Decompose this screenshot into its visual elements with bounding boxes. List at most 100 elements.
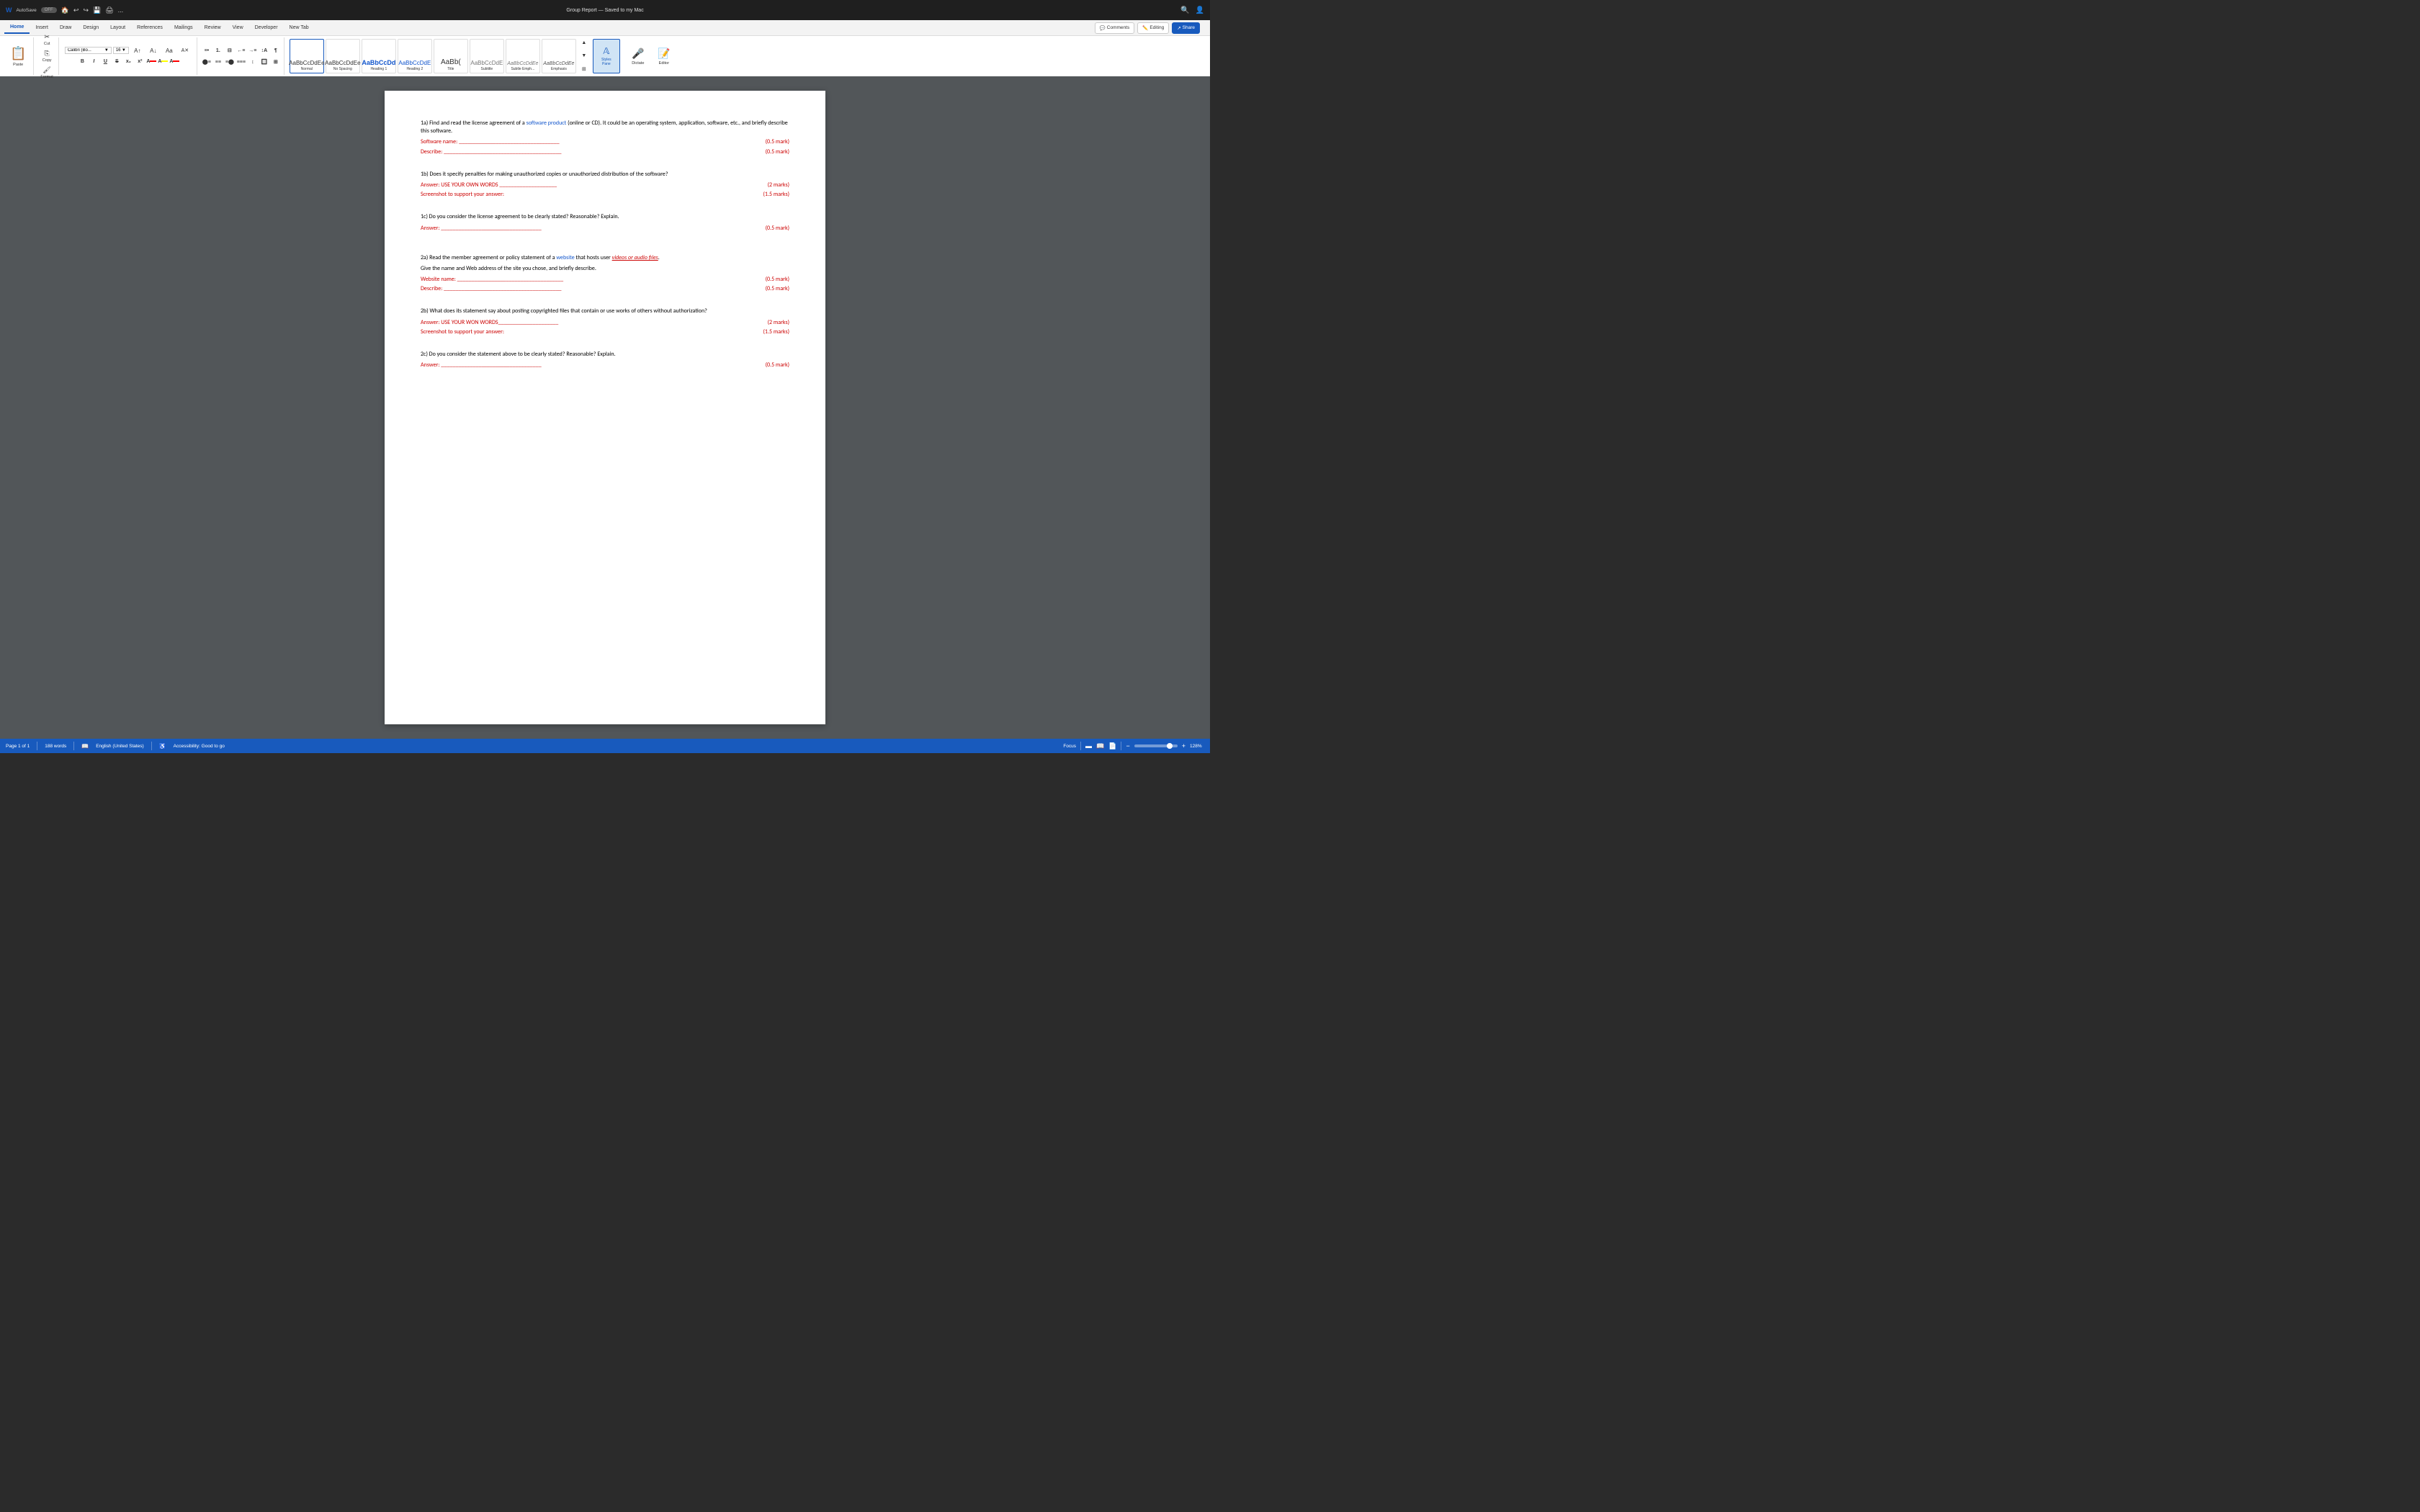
- autosave-toggle[interactable]: OFF: [41, 7, 57, 13]
- zoom-in-button[interactable]: +: [1182, 742, 1186, 750]
- word-count: 188 words: [45, 744, 66, 749]
- document-page[interactable]: 1a) Find and read the license agreement …: [385, 91, 825, 724]
- tab-developer[interactable]: Developer: [249, 22, 284, 33]
- link-website[interactable]: website: [556, 254, 574, 261]
- title-bar-left: W AutoSave OFF 🏠 ↩ ↪ 💾 🖨 ...: [6, 6, 405, 14]
- clear-formatting-button[interactable]: A✕: [178, 46, 192, 55]
- italic-button[interactable]: I: [89, 56, 99, 66]
- bullets-button[interactable]: ≡•: [202, 45, 212, 55]
- paste-button[interactable]: 📋 Paste: [6, 39, 30, 73]
- more-options[interactable]: ...: [118, 6, 124, 14]
- show-formatting-button[interactable]: ¶: [271, 45, 281, 55]
- style-normal[interactable]: AaBbCcDdEe Normal: [290, 39, 324, 73]
- font-size-selector[interactable]: 16 ▼: [113, 47, 129, 54]
- decrease-indent-button[interactable]: ←≡: [236, 45, 246, 55]
- tab-mailings[interactable]: Mailings: [169, 22, 199, 33]
- mark-2a-name: (0.5 mark): [766, 276, 789, 284]
- view-print-icon[interactable]: 📄: [1108, 742, 1116, 750]
- align-center-button[interactable]: ≡≡: [213, 57, 223, 67]
- mark-2b-words: (2 marks): [768, 319, 789, 327]
- font-family-selector[interactable]: Calibri (Bo... ▼: [65, 47, 112, 54]
- tab-draw[interactable]: Draw: [54, 22, 77, 33]
- section-1b: 1b) Does it specify penalties for making…: [421, 171, 789, 199]
- align-right-button[interactable]: ≡⬤: [225, 57, 235, 67]
- link-videos[interactable]: videos or audio files: [612, 254, 658, 261]
- styles-pane-button[interactable]: 𝔸 StylesPane: [593, 39, 620, 73]
- more-styles-button[interactable]: ▲ ▼ ⊞: [577, 39, 591, 73]
- style-heading2[interactable]: AaBbCcDdE Heading 2: [398, 39, 432, 73]
- ribbon-content: 📋 Paste ✂Cut ⎘Copy 🖌Format Calibri (Bo..…: [0, 36, 1210, 76]
- copy-button[interactable]: ⎘Copy: [40, 48, 54, 64]
- tab-review[interactable]: Review: [199, 22, 227, 33]
- comments-button[interactable]: 💬 Comments: [1095, 22, 1135, 34]
- page-info: Page 1 of 1: [6, 744, 30, 749]
- question-2b: 2b) What does its statement say about po…: [421, 307, 789, 315]
- view-normal-icon[interactable]: ▬: [1085, 742, 1092, 750]
- focus-button[interactable]: Focus: [1063, 744, 1076, 749]
- title-bar-right: 🔍 👤: [805, 6, 1204, 14]
- section-2a: 2a) Read the member agreement or policy …: [421, 254, 789, 294]
- home-icon[interactable]: 🏠: [61, 6, 69, 14]
- redo-icon[interactable]: ↪: [83, 6, 89, 14]
- bold-button[interactable]: B: [77, 56, 87, 66]
- spelling-check-icon[interactable]: 📖: [81, 743, 89, 750]
- tab-view[interactable]: View: [227, 22, 249, 33]
- strikethrough-button[interactable]: S: [112, 56, 122, 66]
- tab-home[interactable]: Home: [4, 22, 30, 34]
- format-painter-button[interactable]: 🖌Format: [38, 65, 55, 81]
- superscript-button[interactable]: x²: [135, 56, 145, 66]
- shading-button[interactable]: 🔲: [259, 57, 269, 67]
- zoom-slider[interactable]: [1134, 744, 1178, 747]
- answer-2c: Answer: ________________________________…: [421, 361, 789, 369]
- style-no-spacing[interactable]: AaBbCcDdEe No Spacing: [326, 39, 360, 73]
- print-icon[interactable]: 🖨: [105, 6, 113, 14]
- save-icon[interactable]: 💾: [93, 6, 101, 14]
- decrease-font-size[interactable]: A↓: [146, 46, 161, 55]
- mark-1a-describe: (0.5 mark): [766, 148, 789, 156]
- status-bar-right: Focus ▬ 📖 📄 − + 128%: [1063, 742, 1204, 750]
- justify-button[interactable]: ≡≡≡: [236, 57, 246, 67]
- editing-button[interactable]: ✏️ Editing: [1137, 22, 1169, 34]
- share-button[interactable]: ↗ Share: [1172, 22, 1200, 34]
- increase-indent-button[interactable]: →≡: [248, 45, 258, 55]
- borders-button[interactable]: ⊞: [271, 57, 281, 67]
- text-color-button[interactable]: A: [169, 56, 179, 66]
- cut-button[interactable]: ✂Cut: [40, 32, 54, 48]
- line-spacing-button[interactable]: ↕: [248, 57, 258, 67]
- title-bar: W AutoSave OFF 🏠 ↩ ↪ 💾 🖨 ... Group Repor…: [0, 0, 1210, 20]
- editor-button[interactable]: 📝 Editor: [652, 39, 676, 73]
- style-heading1[interactable]: AaBbCcDd Heading 1: [362, 39, 396, 73]
- style-subtle-emph[interactable]: AaBbCcDdEe Subtle Emph...: [506, 39, 540, 73]
- tab-layout[interactable]: Layout: [104, 22, 131, 33]
- underline-button[interactable]: U: [100, 56, 110, 66]
- numbering-button[interactable]: 1.: [213, 45, 223, 55]
- subscript-button[interactable]: x₂: [123, 56, 133, 66]
- section-1c: 1c) Do you consider the license agreemen…: [421, 213, 789, 232]
- font-color-button[interactable]: A: [146, 56, 156, 66]
- increase-font-size[interactable]: A↑: [130, 46, 145, 55]
- ribbon-tabs: Home Insert Draw Design Layout Reference…: [0, 20, 1210, 36]
- tab-new-tab[interactable]: New Tab: [284, 22, 315, 33]
- accessibility-icon[interactable]: ♿: [159, 743, 166, 750]
- tab-references[interactable]: References: [131, 22, 169, 33]
- search-icon[interactable]: 🔍: [1180, 6, 1189, 14]
- style-emphasis[interactable]: AaBbCcDdEe Emphasis: [542, 39, 576, 73]
- style-title[interactable]: AaBb( Title: [434, 39, 468, 73]
- tab-design[interactable]: Design: [77, 22, 104, 33]
- section-2b: 2b) What does its statement say about po…: [421, 307, 789, 336]
- dictate-button[interactable]: 🎤 Dictate: [626, 39, 650, 73]
- align-left-button[interactable]: ⬤≡: [202, 57, 212, 67]
- change-case-button[interactable]: Aa: [162, 46, 176, 55]
- profile-icon[interactable]: 👤: [1196, 6, 1204, 14]
- view-read-icon[interactable]: 📖: [1096, 742, 1104, 750]
- zoom-out-button[interactable]: −: [1126, 742, 1129, 750]
- sort-button[interactable]: ↕A: [259, 45, 269, 55]
- mark-1b-screenshot: (1.5 marks): [763, 191, 790, 199]
- undo-icon[interactable]: ↩: [73, 6, 79, 14]
- link-software-product[interactable]: software product: [526, 120, 567, 127]
- status-bar: Page 1 of 1 188 words 📖 English (United …: [0, 739, 1210, 753]
- highlight-color-button[interactable]: A: [158, 56, 168, 66]
- style-subtitle[interactable]: AaBbCcDdE Subtitle: [470, 39, 504, 73]
- multilevel-list-button[interactable]: ⊟: [225, 45, 235, 55]
- answer-2b-screenshot: Screenshot to support your answer: (1.5 …: [421, 328, 789, 336]
